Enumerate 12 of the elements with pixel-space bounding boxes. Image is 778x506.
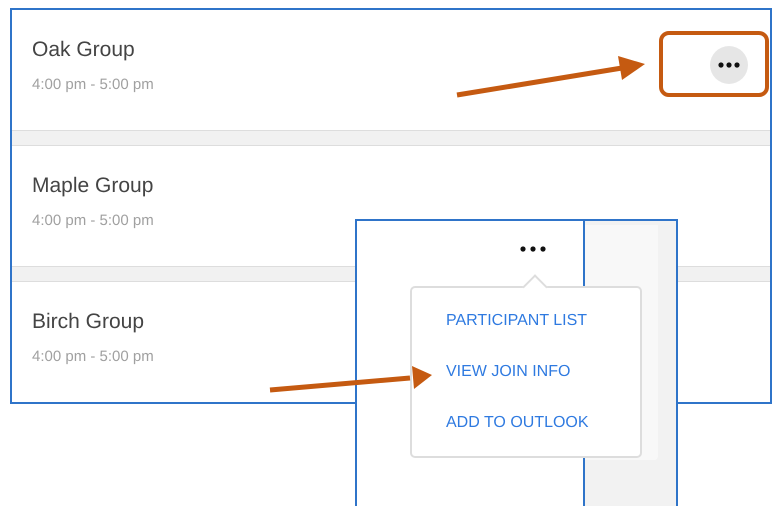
- group-name: Birch Group: [32, 310, 146, 334]
- group-name: Oak Group: [32, 38, 136, 62]
- menu-item[interactable]: ADD TO OUTLOOK: [446, 414, 589, 432]
- group-time: 4:00 pm - 5:00 pm: [32, 76, 154, 92]
- menu-item[interactable]: VIEW JOIN INFO: [446, 362, 570, 381]
- menu-item[interactable]: PARTICIPANT LIST: [446, 312, 588, 330]
- ellipsis-icon[interactable]: [520, 246, 546, 252]
- ellipsis-icon: [718, 62, 740, 68]
- group-name: Maple Group: [32, 174, 154, 198]
- more-options-button[interactable]: [710, 46, 748, 84]
- group-time: 4:00 pm - 5:00 pm: [32, 212, 154, 228]
- group-time: 4:00 pm - 5:00 pm: [32, 348, 154, 364]
